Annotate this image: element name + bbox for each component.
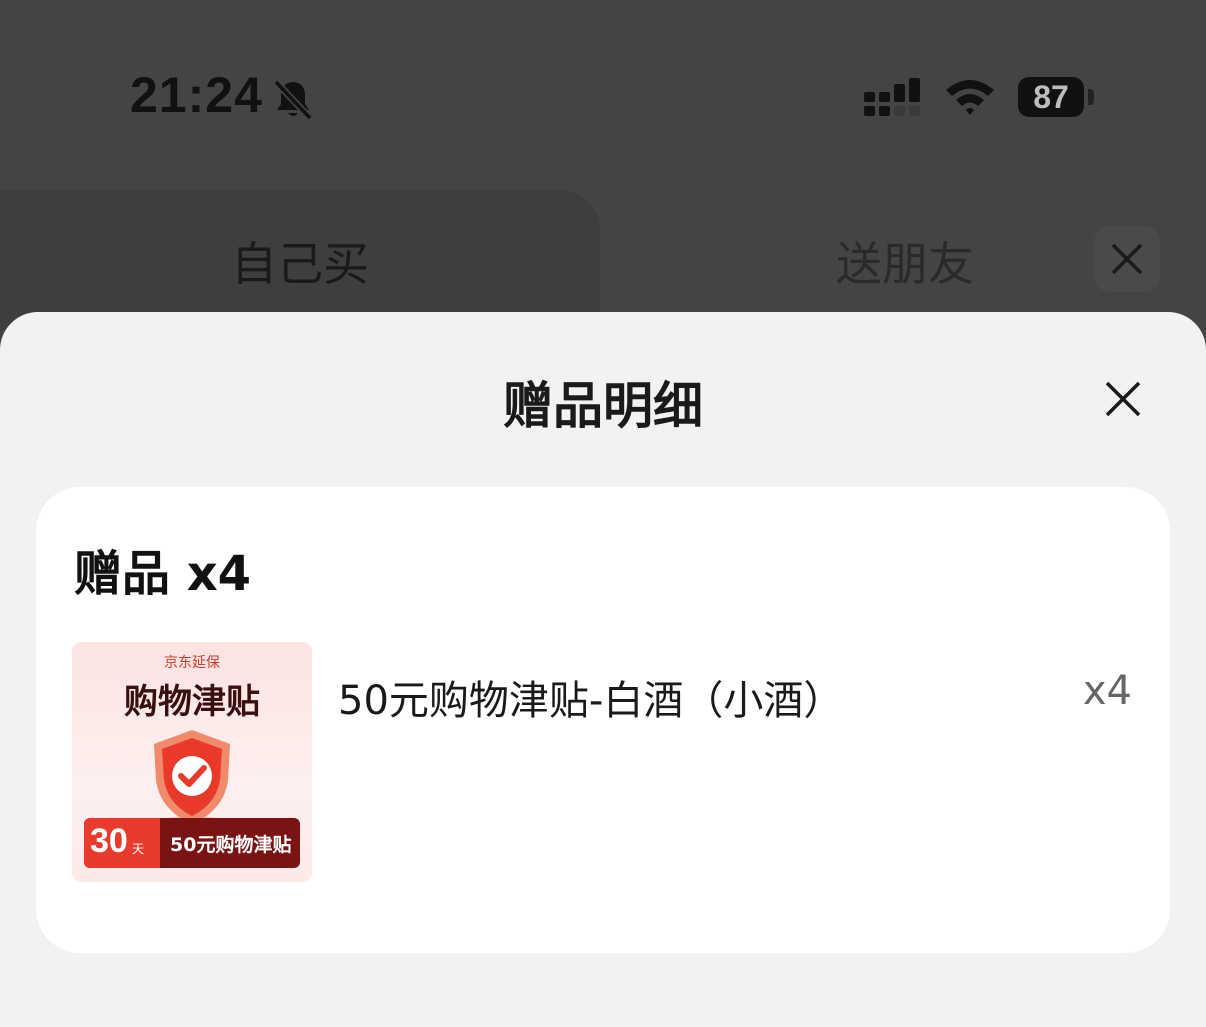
sheet-close-button[interactable] [1098,374,1148,424]
close-icon [1105,381,1141,417]
battery-icon: 87 [1018,77,1084,117]
background-close-button[interactable] [1094,226,1160,292]
thumbnail-banner-text: 50元购物津贴 [170,834,292,856]
battery-cap [1088,89,1094,105]
close-icon [1111,243,1143,275]
tab-send-friend[interactable]: 送朋友 [780,228,1030,294]
status-time: 21:24 [130,67,263,123]
thumbnail-days: 30 [90,822,128,860]
thumbnail-brand: 京东延保 [164,655,220,671]
gift-thumbnail[interactable]: 京东延保 购物津贴 30 天 50元购物津贴 [72,642,312,882]
cellular-signal-icon [862,78,924,118]
gift-count-title: 赠品 x4 [74,546,252,602]
gift-item-quantity: x4 [1082,668,1132,714]
tab-self-buy-label[interactable]: 自己买 [0,228,600,294]
gift-item-name[interactable]: 50元购物津贴-白酒（小酒） [338,668,843,726]
thumbnail-title: 购物津贴 [124,682,260,722]
thumbnail-days-unit: 天 [132,842,145,856]
wifi-icon [944,76,996,118]
bell-muted-icon [270,76,316,122]
sheet-title: 赠品明细 [503,377,703,435]
thumbnail-banner: 30 天 50元购物津贴 [84,818,300,868]
thumbnail-days-badge: 30 天 [84,818,160,868]
